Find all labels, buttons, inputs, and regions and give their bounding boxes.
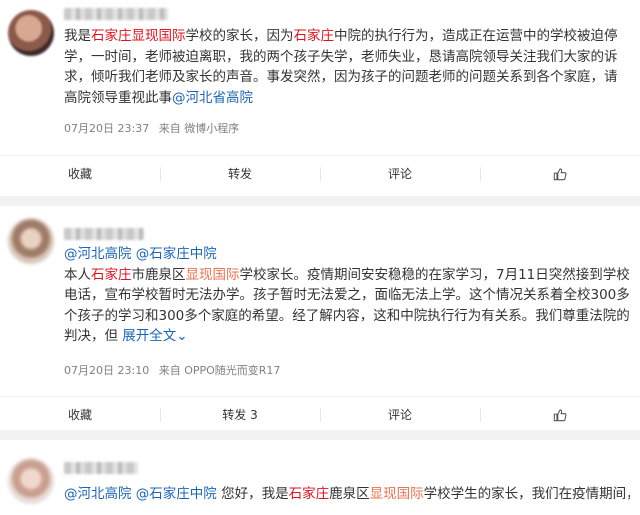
favorite-label: 收藏 — [67, 408, 92, 422]
repost-label: 转发 3 — [222, 408, 258, 422]
post-time[interactable]: 07月20日 23:37 — [64, 122, 149, 135]
topic-link[interactable]: 石家庄 — [294, 28, 335, 44]
expand-link[interactable]: 展开全文 — [122, 328, 176, 344]
post-time[interactable]: 07月20日 23:10 — [64, 364, 149, 377]
comment-button[interactable]: 评论 — [320, 156, 480, 191]
topic-link[interactable]: 显现国际 — [132, 28, 186, 44]
thumbs-up-icon — [553, 408, 567, 421]
avatar[interactable] — [8, 10, 54, 56]
post-meta: 07月20日 23:10 来自 OPPO随光而变R17 — [64, 364, 286, 378]
username[interactable] — [64, 8, 168, 20]
post-text: @河北高院 @石家庄中院 本人石家庄市鹿泉区显现国际学校家长。疫情期间安安稳稳的在… — [64, 244, 630, 347]
post-text: 我是石家庄显现国际学校的家长，因为石家庄中院的执行行为，造成正在运营中的学校被迫… — [64, 26, 630, 108]
mention-link[interactable]: @河北高院 — [64, 486, 132, 502]
post-source: 来自 微博小程序 — [158, 122, 240, 135]
comment-button[interactable]: 评论 — [320, 397, 480, 432]
comment-label: 评论 — [387, 408, 412, 422]
action-bar: 收藏 转发 评论 — [0, 155, 640, 191]
post-card: 我是石家庄显现国际学校的家长，因为石家庄中院的执行行为，造成正在运营中的学校被迫… — [0, 0, 640, 196]
avatar[interactable] — [8, 218, 54, 264]
post-source: 来自 OPPO随光而变R17 — [158, 364, 281, 377]
thumbs-up-icon — [553, 167, 567, 180]
username[interactable] — [64, 462, 138, 474]
text-segment: 本人 — [64, 266, 91, 283]
like-button[interactable] — [480, 156, 640, 191]
favorite-button[interactable]: 收藏 — [0, 156, 160, 191]
topic-link[interactable]: 显现国际 — [370, 486, 424, 502]
topic-link[interactable]: 石家庄 — [91, 28, 132, 44]
text-segment: 您好，我是 — [216, 486, 289, 502]
avatar[interactable] — [8, 458, 54, 504]
favorite-label: 收藏 — [67, 167, 92, 181]
text-segment: 鹿泉区 — [329, 486, 370, 502]
mention-link[interactable]: @石家庄中院 — [136, 246, 217, 262]
repost-label: 转发 — [227, 167, 252, 181]
text-segment: 学校的家长，因为 — [185, 28, 294, 44]
username[interactable] — [64, 228, 144, 240]
text-segment: 我是 — [64, 28, 91, 44]
post-card: @河北高院 @石家庄中院 您好，我是石家庄鹿泉区显现国际学校学生的家长，我们在疫… — [0, 440, 640, 515]
post-card: @河北高院 @石家庄中院 本人石家庄市鹿泉区显现国际学校家长。疫情期间安安稳稳的在… — [0, 206, 640, 430]
topic-link[interactable]: 显现国际 — [186, 267, 240, 283]
mention-link[interactable]: @河北省高院 — [172, 90, 253, 106]
action-bar: 收藏 转发 3 评论 — [0, 396, 640, 432]
topic-link[interactable]: 石家庄 — [91, 267, 132, 283]
text-segment: 学校学生的家长，我们在疫情期间，遵 — [423, 486, 630, 502]
mention-link[interactable]: @石家庄中院 — [136, 486, 217, 502]
repost-button[interactable]: 转发 3 — [160, 397, 320, 432]
text-segment: 市鹿泉区 — [131, 266, 186, 283]
comment-label: 评论 — [387, 167, 412, 181]
expand-link[interactable]: ⌄ — [176, 328, 187, 344]
post-text: @河北高院 @石家庄中院 您好，我是石家庄鹿泉区显现国际学校学生的家长，我们在疫… — [64, 484, 630, 505]
mention-link[interactable]: @河北高院 — [64, 246, 132, 262]
topic-link[interactable]: 石家庄 — [289, 486, 330, 502]
like-button[interactable] — [480, 397, 640, 432]
repost-button[interactable]: 转发 — [160, 156, 320, 191]
favorite-button[interactable]: 收藏 — [0, 397, 160, 432]
post-meta: 07月20日 23:37 来自 微博小程序 — [64, 122, 245, 136]
